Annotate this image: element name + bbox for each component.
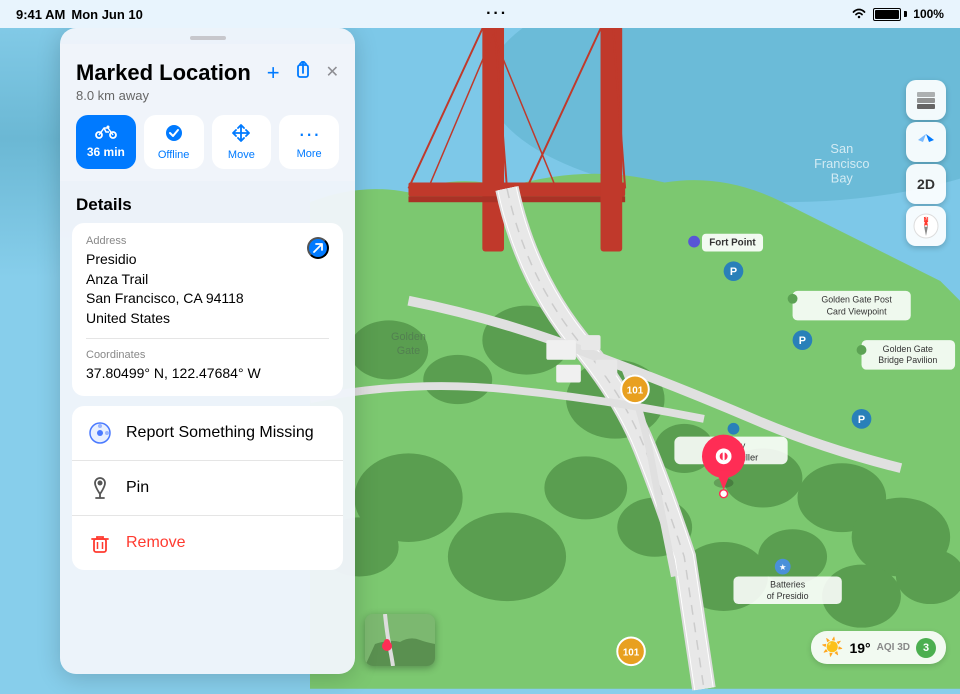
status-date: Mon Jun 10 [71, 7, 143, 22]
panel-title: Marked Location [76, 60, 251, 86]
details-section-title: Details [60, 181, 355, 223]
status-bar-center: ··· [486, 5, 508, 23]
weather-icon: ☀️ [821, 637, 843, 658]
sidebar-panel: Marked Location + ✕ 8.0 km away 36 min [60, 28, 355, 674]
close-button[interactable]: ✕ [326, 65, 339, 81]
coordinates-label: Coordinates [86, 349, 329, 361]
trash-icon [86, 529, 114, 557]
share-button[interactable] [294, 61, 312, 85]
address-line1: Presidio [86, 250, 244, 270]
remove-label: Remove [126, 534, 186, 552]
bike-icon [95, 123, 117, 142]
svg-text:Golden Gate Post: Golden Gate Post [821, 295, 892, 305]
remove-button[interactable]: Remove [72, 516, 343, 570]
move-label: Move [228, 149, 255, 161]
svg-text:101: 101 [627, 385, 644, 396]
svg-text:Batteries: Batteries [770, 579, 806, 589]
panel-header: Marked Location + ✕ 8.0 km away 36 min [60, 44, 355, 181]
svg-text:Francisco: Francisco [814, 156, 869, 171]
svg-text:P: P [858, 414, 865, 426]
offline-action-button[interactable]: Offline [144, 115, 204, 169]
action-buttons-row: 36 min Offline Move ··· More [76, 115, 339, 169]
compass-button[interactable]: N [906, 206, 946, 246]
offline-label: Offline [158, 149, 190, 161]
report-label: Report Something Missing [126, 424, 314, 442]
map-thumbnail[interactable] [365, 614, 435, 666]
map-controls: 2D N [906, 80, 946, 246]
svg-text:P: P [730, 266, 737, 278]
status-time: 9:41 AM [16, 7, 65, 22]
wifi-icon [851, 7, 867, 22]
bike-action-button[interactable]: 36 min [76, 115, 136, 169]
offline-icon [164, 123, 184, 146]
address-line2: Anza Trail [86, 270, 244, 290]
svg-text:★: ★ [780, 564, 787, 572]
status-bar: 9:41 AM Mon Jun 10 ··· 100% [0, 0, 960, 28]
weather-badge: ☀️ 19° AQI 3D 3 [811, 631, 946, 664]
report-missing-button[interactable]: Report Something Missing [72, 406, 343, 461]
coordinates-value: 37.80499° N, 122.47684° W [86, 364, 329, 384]
address-label: Address [86, 235, 244, 247]
svg-text:San: San [830, 141, 853, 156]
pin-button[interactable]: Pin [72, 461, 343, 516]
pin-label: Pin [126, 479, 149, 497]
report-icon [86, 419, 114, 447]
my-location-button[interactable] [906, 122, 946, 162]
svg-text:N: N [923, 217, 928, 224]
layers-button[interactable] [906, 80, 946, 120]
more-label: More [297, 148, 322, 160]
move-action-button[interactable]: Move [212, 115, 272, 169]
address-content: Address Presidio Anza Trail San Francisc… [86, 235, 244, 328]
svg-text:P: P [799, 335, 806, 347]
status-bar-right: 100% [851, 7, 944, 22]
status-dots: ··· [486, 5, 508, 23]
svg-text:Golden Gate: Golden Gate [883, 344, 933, 354]
panel-title-actions: + ✕ [267, 61, 339, 85]
bike-label: 36 min [87, 145, 125, 159]
battery-icon [873, 8, 907, 21]
status-bar-left: 9:41 AM Mon Jun 10 [16, 7, 143, 22]
menu-list: Report Something Missing Pin Remove [72, 406, 343, 570]
more-icon: ··· [298, 123, 320, 145]
address-card: Address Presidio Anza Trail San Francisc… [72, 223, 343, 396]
panel-content: Details Address Presidio Anza Trail San … [60, 181, 355, 674]
panel-title-row: Marked Location + ✕ [76, 60, 339, 86]
aqi-label: AQI 3D [877, 642, 910, 653]
aqi-value: 3 [916, 638, 936, 658]
2d-view-button[interactable]: 2D [906, 164, 946, 204]
panel-subtitle: 8.0 km away [76, 88, 339, 103]
svg-text:Golden: Golden [391, 331, 426, 343]
detail-divider [86, 338, 329, 339]
pin-icon [86, 474, 114, 502]
temperature: 19° [849, 640, 870, 656]
add-button[interactable]: + [267, 62, 280, 84]
address-row: Address Presidio Anza Trail San Francisc… [86, 235, 329, 328]
more-action-button[interactable]: ··· More [279, 115, 339, 169]
move-icon [231, 123, 251, 146]
svg-text:Bridge Pavilion: Bridge Pavilion [878, 355, 937, 365]
address-line4: United States [86, 309, 244, 329]
svg-text:Fort Point: Fort Point [709, 238, 756, 249]
svg-text:Gate: Gate [397, 345, 420, 357]
svg-text:of Presidio: of Presidio [767, 591, 809, 601]
drag-indicator [190, 36, 226, 40]
address-navigate-button[interactable] [307, 237, 329, 259]
svg-text:Bay: Bay [831, 171, 854, 186]
svg-text:101: 101 [623, 647, 640, 658]
2d-label: 2D [917, 176, 935, 192]
battery-label: 100% [913, 7, 944, 21]
svg-text:Card Viewpoint: Card Viewpoint [827, 307, 887, 317]
map-svg-area[interactable]: P P P Fort Point 101 Battery Marcus Mill… [310, 0, 960, 694]
address-line3: San Francisco, CA 94118 [86, 289, 244, 309]
